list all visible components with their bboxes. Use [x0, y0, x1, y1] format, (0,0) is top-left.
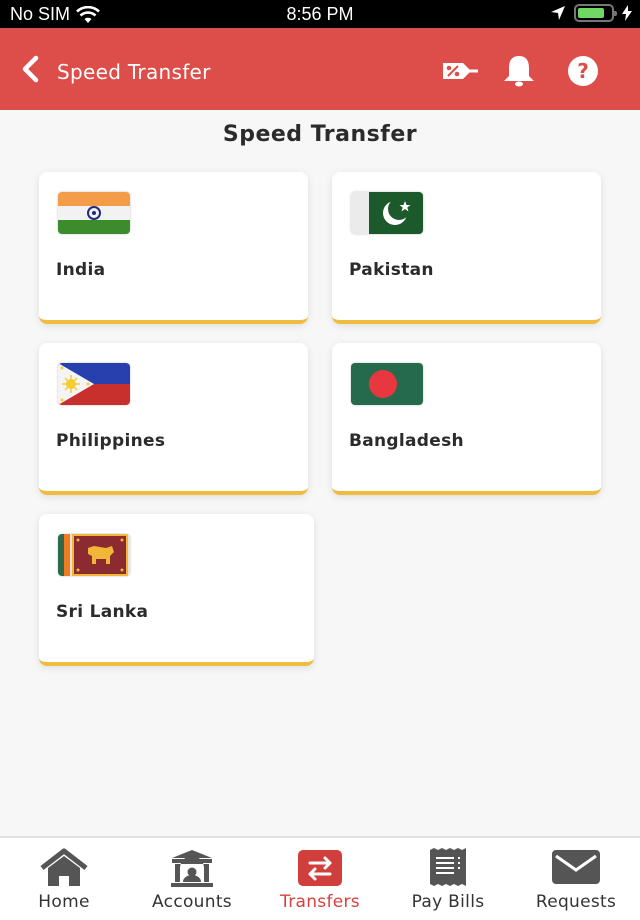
envelope-icon [550, 848, 602, 888]
status-right [550, 4, 632, 22]
country-card-india[interactable]: India [39, 172, 308, 324]
bell-icon [504, 56, 534, 87]
bank-icon [166, 848, 218, 888]
philippines-flag [58, 363, 130, 405]
tab-label: Accounts [152, 892, 232, 912]
tab-accounts[interactable]: Accounts [128, 838, 256, 920]
country-card-philippines[interactable]: Philippines [39, 343, 308, 495]
tab-bar: Home Accounts Transfers Pay Bills Reques… [0, 836, 640, 920]
help-button[interactable]: ? [566, 54, 600, 88]
country-name: Pakistan [349, 260, 434, 280]
pakistan-flag [351, 192, 423, 234]
tab-home[interactable]: Home [0, 838, 128, 920]
tab-transfers[interactable]: Transfers [256, 838, 384, 920]
nav-bar: Speed Transfer ? [0, 28, 640, 110]
tab-label: Requests [535, 892, 617, 912]
country-card-sri-lanka[interactable]: Sri Lanka [39, 514, 314, 666]
chevron-left-icon [22, 55, 39, 83]
tab-label: Home [38, 892, 90, 912]
help-icon: ? [568, 56, 598, 86]
notifications-button[interactable] [501, 54, 537, 88]
tab-requests[interactable]: Requests [512, 838, 640, 920]
tab-pay-bills[interactable]: Pay Bills [384, 838, 512, 920]
page-title: Speed Transfer [222, 122, 418, 147]
home-icon [38, 848, 90, 888]
country-card-bangladesh[interactable]: Bangladesh [332, 343, 601, 495]
nav-title: Speed Transfer [57, 60, 211, 84]
svg-text:?: ? [577, 59, 589, 83]
bangladesh-flag [351, 363, 423, 405]
country-name: India [56, 260, 106, 280]
transfer-arrows-icon [294, 848, 346, 888]
country-name: Philippines [56, 431, 166, 451]
back-button[interactable] [18, 54, 46, 84]
offers-button[interactable] [441, 54, 479, 88]
country-card-pakistan[interactable]: Pakistan [332, 172, 601, 324]
status-bar: No SIM 8:56 PM [0, 0, 640, 28]
tab-label: Transfers [280, 892, 360, 912]
clock: 8:56 PM [286, 4, 354, 24]
receipt-icon [422, 848, 474, 888]
country-name: Sri Lanka [56, 602, 149, 622]
india-flag [58, 192, 130, 234]
location-arrow-icon [551, 6, 565, 20]
charging-bolt-icon [622, 5, 632, 21]
battery-icon [574, 4, 617, 22]
discount-tag-icon [443, 63, 478, 79]
sri-lanka-flag [58, 534, 130, 576]
tab-label: Pay Bills [411, 892, 485, 912]
country-name: Bangladesh [349, 431, 464, 451]
